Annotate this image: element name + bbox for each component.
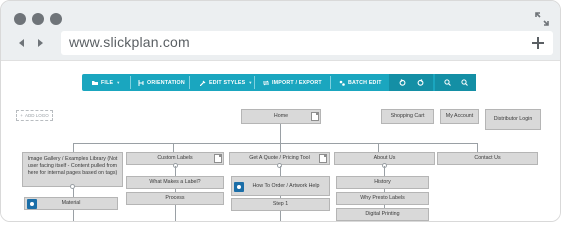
node-label: Custom Labels [157,155,193,161]
node-label: My Account [445,113,474,119]
toolbar-divider [130,76,131,89]
undo-redo-group [389,74,433,91]
undo-icon[interactable] [399,79,406,86]
page-icon [319,154,327,163]
toolbar-divider [254,76,255,89]
tree-connector [173,143,174,152]
edit-styles-label: EDIT STYLES [209,79,246,86]
node-label: Image Gallery / Examples Library (Not us… [27,156,118,176]
node-label: Material [61,200,81,206]
tree-connector [477,143,478,152]
window-maximize-dot[interactable] [50,13,62,25]
chevron-down-icon: ▼ [116,80,121,85]
url-text: www.slickplan.com [69,34,190,50]
fullscreen-icon[interactable] [534,11,550,27]
import-export-button[interactable]: IMPORT / EXPORT [263,74,322,91]
page-node-step-1[interactable]: Step 1 [231,198,330,211]
page-node-digital-printing[interactable]: Digital Printing [336,208,429,221]
zoom-group [435,74,476,91]
page-icon [311,112,319,121]
page-icon [214,154,222,163]
edit-icon[interactable] [27,199,37,209]
page-node-history[interactable]: History [336,176,429,189]
window-close-dot[interactable] [14,13,26,25]
address-bar[interactable]: www.slickplan.com [61,31,553,55]
page-node-material[interactable]: Material [24,197,118,210]
node-label: Step 1 [272,201,289,207]
plus-icon: + [20,113,23,118]
batch-edit-button[interactable]: BATCH EDIT [339,74,382,91]
page-node-my-account[interactable]: My Account [440,109,479,124]
browser-chrome: www.slickplan.com [1,1,560,61]
batch-icon [339,80,345,86]
node-label: About Us [373,155,396,161]
orientation-icon [138,79,144,86]
tree-connector [73,143,477,144]
sitemap-canvas: FILE ▼ ORIENTATION EDIT STYLES ▼ IMPORT … [1,62,560,221]
edit-icon[interactable] [234,182,244,192]
file-menu-label: FILE [101,79,114,86]
brush-icon [200,80,206,86]
back-icon[interactable] [17,38,27,48]
node-label: Process [165,195,185,201]
zoom-in-icon[interactable] [461,79,468,86]
node-label: Digital Printing [365,211,400,217]
add-logo-label: ADD LOGO [24,113,49,118]
add-logo-button[interactable]: + ADD LOGO [16,110,53,121]
node-label: How To Order / Artwork Help [252,182,320,189]
node-label: Get A Quote / Pricing Tool [249,155,310,161]
toolbar-divider [330,76,331,89]
zoom-out-icon[interactable] [444,79,451,86]
redo-icon[interactable] [417,79,424,86]
tree-connector [378,143,379,152]
node-label: Home [273,113,289,119]
page-node-process[interactable]: Process [126,192,224,205]
forward-icon[interactable] [35,38,45,48]
import-export-label: IMPORT / EXPORT [272,79,322,86]
node-label: Why Presto Labels [360,195,405,201]
tree-connector [280,123,281,153]
window-minimize-dot[interactable] [32,13,44,25]
file-menu[interactable]: FILE ▼ [92,74,120,91]
page-node-what-makes-a-label[interactable]: What Makes a Label? [126,176,224,189]
page-node-home[interactable]: Home [241,109,321,124]
page-node-contact-us[interactable]: Contact Us [437,152,538,165]
batch-edit-label: BATCH EDIT [348,79,382,86]
node-label: Distributor Login [493,116,533,122]
folder-icon [92,80,98,85]
orientation-button[interactable]: ORIENTATION [138,74,185,91]
page-node-how-to-order[interactable]: How To Order / Artwork Help [231,176,330,196]
page-node-gallery[interactable]: Image Gallery / Examples Library (Not us… [22,152,123,187]
toolbar-divider [189,76,190,89]
node-label: Contact Us [474,155,501,161]
new-tab-icon[interactable] [531,36,545,50]
node-label: What Makes a Label? [149,179,201,185]
orientation-label: ORIENTATION [147,79,185,86]
page-node-why-presto-labels[interactable]: Why Presto Labels [336,192,429,205]
node-label: History [374,179,391,185]
edit-styles-button[interactable]: EDIT STYLES ▼ [200,74,253,91]
editor-toolbar: FILE ▼ ORIENTATION EDIT STYLES ▼ IMPORT … [82,74,476,91]
page-node-distributor-login[interactable]: Distributor Login [485,109,541,130]
node-label: Shopping Cart [390,113,425,119]
page-node-shopping-cart[interactable]: Shopping Cart [381,109,434,124]
tree-connector [73,143,74,152]
transfer-icon [263,80,269,85]
browser-window: www.slickplan.com FILE ▼ ORIENTATION EDI… [0,0,561,222]
chevron-down-icon: ▼ [248,80,253,85]
